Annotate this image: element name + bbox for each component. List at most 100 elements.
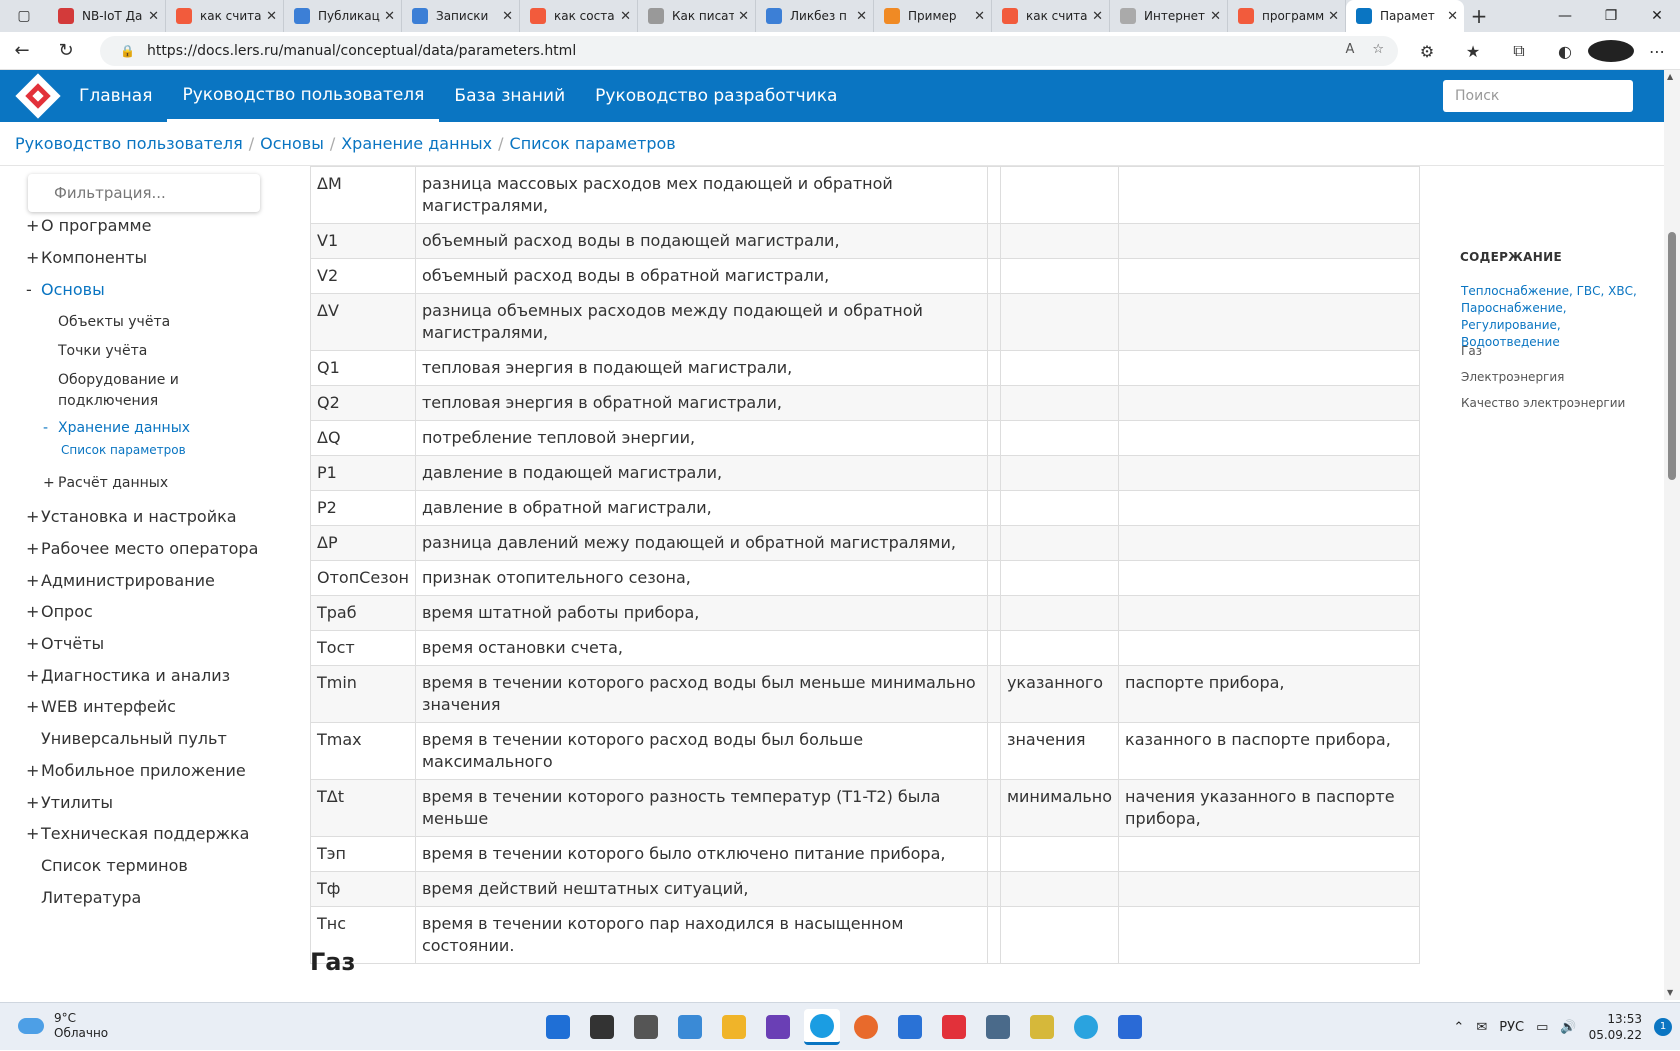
close-tab-icon[interactable]: ✕ [738,9,749,24]
close-tab-icon[interactable]: ✕ [1328,9,1339,24]
sidebar-subitem-data-storage[interactable]: - Хранение данных [43,418,190,439]
taskbar-app-firefox[interactable] [848,1009,884,1045]
close-tab-icon[interactable]: ✕ [1210,9,1221,24]
taskbar-app-save[interactable] [760,1009,796,1045]
browser-tab[interactable]: Интернет ✕ [1110,0,1228,32]
favorites-icon[interactable]: ★ [1450,42,1496,61]
sidebar-item-reports[interactable]: +Отчёты [26,634,104,653]
sidebar-item-diagnostics[interactable]: +Диагностика и анализ [26,666,230,685]
taskbar-app-mail[interactable] [892,1009,928,1045]
sidebar-item-polling[interactable]: +Опрос [26,602,93,621]
taskbar-app-telegram[interactable] [1068,1009,1104,1045]
taskbar-app-explorer[interactable] [716,1009,752,1045]
weather-widget[interactable]: 9°C Облачно [18,1011,108,1041]
mail-tray-icon[interactable]: ✉ [1476,1020,1487,1035]
browser-tab[interactable]: как соста ✕ [520,0,638,32]
close-tab-icon[interactable]: ✕ [384,9,395,24]
extensions-icon[interactable]: ⚙ [1404,42,1450,61]
browser-tab[interactable]: Ликбез п ✕ [756,0,874,32]
minimize-button[interactable]: — [1542,0,1588,32]
clock[interactable]: 13:53 05.09.22 [1589,1011,1642,1043]
breadcrumb-parameter-list[interactable]: Список параметров [510,134,676,153]
contents-link-gas[interactable]: Газ [1461,343,1651,360]
taskbar-app-remote-desktop[interactable] [980,1009,1016,1045]
taskbar-app-lers[interactable] [936,1009,972,1045]
sidebar-item-install[interactable]: +Установка и настройка [26,507,237,526]
nav-home[interactable]: Главная [64,70,167,122]
taskbar-app-control-panel[interactable] [672,1009,708,1045]
sidebar-subitem-calculation[interactable]: + Расчёт данных [43,473,168,494]
close-tab-icon[interactable]: ✕ [856,9,867,24]
sidebar-subitem-objects[interactable]: Объекты учёта [58,312,170,333]
taskbar-app-task-view[interactable] [628,1009,664,1045]
sidebar-item-web[interactable]: +WEB интерфейс [26,697,176,716]
lers-logo[interactable] [12,70,64,122]
close-tab-icon[interactable]: ✕ [502,9,513,24]
scrollbar-thumb[interactable] [1668,232,1676,480]
close-tab-icon[interactable]: ✕ [148,9,159,24]
chevron-up-icon[interactable]: ⌃ [1453,1020,1464,1035]
scroll-up-arrow-icon[interactable]: ▲ [1667,72,1673,81]
nav-knowledge-base[interactable]: База знаний [439,70,580,122]
close-tab-icon[interactable]: ✕ [974,9,985,24]
nav-developer-guide[interactable]: Руководство разработчика [580,70,852,122]
filter-input[interactable]: Фильтрация... [28,174,260,212]
browser-tab[interactable]: Парамет ✕ [1346,0,1464,32]
profile-avatar[interactable] [1588,40,1634,62]
taskbar-app-notes[interactable] [1024,1009,1060,1045]
sidebar-subitem-equipment[interactable]: Оборудование и подключения [58,370,208,412]
browser-tab[interactable]: Публикац ✕ [284,0,402,32]
breadcrumb-data-storage[interactable]: Хранение данных [341,134,492,153]
contents-link-electricity[interactable]: Электроэнергия [1461,369,1651,386]
sidebar-item-glossary[interactable]: Список терминов [26,856,188,875]
close-tab-icon[interactable]: ✕ [620,9,631,24]
close-tab-icon[interactable]: ✕ [1092,9,1103,24]
new-tab-button[interactable]: + [1464,4,1494,28]
breadcrumb-user-guide[interactable]: Руководство пользователя [15,134,243,153]
contents-link-power-quality[interactable]: Качество электроэнергии [1461,395,1651,412]
tab-actions-icon[interactable]: ▢ [0,0,48,32]
refresh-button[interactable]: ↻ [44,32,88,70]
sidebar-item-literature[interactable]: Литература [26,888,141,907]
browser-tab[interactable]: Как писат ✕ [638,0,756,32]
url-field[interactable]: 🔒 https://docs.lers.ru/manual/conceptual… [100,36,1398,66]
page-scrollbar[interactable]: ▲ ▼ [1664,70,1680,1000]
browser-tab[interactable]: программ ✕ [1228,0,1346,32]
taskbar-app-start[interactable] [540,1009,576,1045]
sidebar-item-universal-console[interactable]: Универсальный пульт [26,729,227,748]
breadcrumb-basics[interactable]: Основы [260,134,324,153]
browser-tab[interactable]: как счита ✕ [992,0,1110,32]
taskbar-app-edge[interactable] [804,1009,840,1045]
nav-user-guide[interactable]: Руководство пользователя [167,70,440,122]
collections-icon[interactable]: ⧉ [1496,41,1542,61]
close-window-button[interactable]: ✕ [1634,0,1680,32]
notification-badge[interactable]: 1 [1654,1018,1672,1036]
sidebar-item-admin[interactable]: +Администрирование [26,571,215,590]
browser-tab[interactable]: Пример ✕ [874,0,992,32]
sidebar-subitem-parameter-list[interactable]: Список параметров [61,443,186,457]
scroll-down-arrow-icon[interactable]: ▼ [1667,988,1673,997]
sidebar-item-components[interactable]: +Компоненты [26,248,147,267]
network-icon[interactable]: ▭ [1536,1020,1548,1035]
add-favorite-icon[interactable]: ☆ [1372,42,1384,57]
back-button[interactable]: ← [0,32,44,70]
read-aloud-icon[interactable]: A [1345,42,1354,57]
close-tab-icon[interactable]: ✕ [266,9,277,24]
language-indicator[interactable]: РУС [1499,1020,1524,1035]
volume-icon[interactable]: 🔊 [1560,1020,1576,1035]
contents-link-heat-supply[interactable]: Теплоснабжение, ГВС, ХВС, Пароснабжение,… [1461,283,1651,351]
sidebar-subitem-points[interactable]: Точки учёта [58,341,147,362]
more-menu-icon[interactable]: ⋯ [1634,42,1680,61]
browser-tab[interactable]: Записки ✕ [402,0,520,32]
sidebar-item-mobile[interactable]: +Мобильное приложение [26,761,246,780]
sidebar-item-basics[interactable]: - Основы [26,280,105,299]
sidebar-item-utilities[interactable]: +Утилиты [26,793,113,812]
sidebar-item-about[interactable]: +О программе [26,216,151,235]
browser-tab[interactable]: NB-IoT Да ✕ [48,0,166,32]
sidebar-item-support[interactable]: +Техническая поддержка [26,824,249,843]
taskbar-app-document[interactable] [1112,1009,1148,1045]
maximize-button[interactable]: ❐ [1588,0,1634,32]
taskbar-app-search[interactable] [584,1009,620,1045]
close-tab-icon[interactable]: ✕ [1447,9,1458,24]
edge-sidebar-icon[interactable]: ◐ [1542,42,1588,61]
